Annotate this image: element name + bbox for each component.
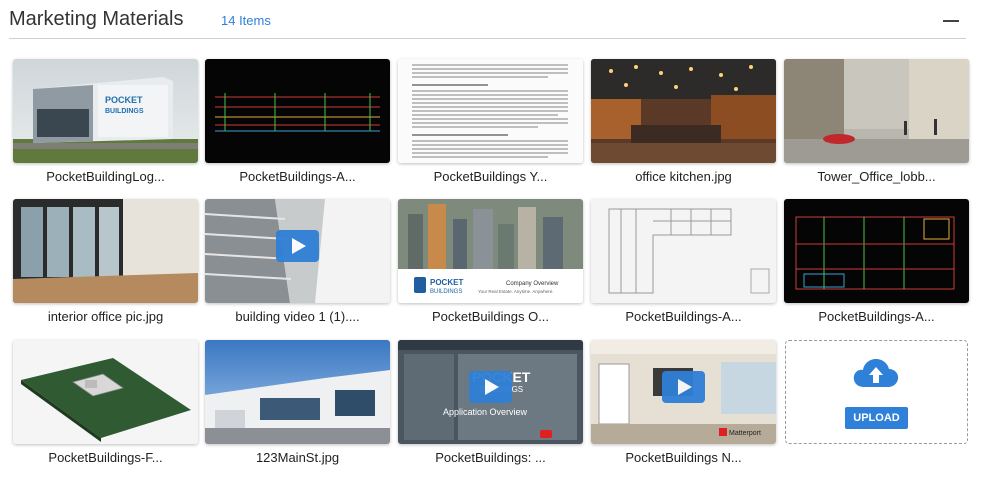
thumb-heading: Company Overview (506, 281, 559, 287)
media-tile[interactable]: 123MainSt.jpg (205, 340, 390, 465)
upload-button[interactable]: UPLOAD (845, 407, 908, 429)
thumb-tagline: Your Real Estate. Anytime. Anywhere. (478, 289, 554, 294)
tile-caption: PocketBuildings-A... (625, 309, 742, 324)
media-tile[interactable]: POCKET BUILDINGS Application Overview Po… (398, 340, 583, 465)
collapse-icon[interactable] (942, 11, 960, 29)
thumbnail (13, 340, 198, 444)
play-icon[interactable] (469, 371, 512, 403)
media-tile[interactable]: Matterport PocketBuildings N... (591, 340, 776, 465)
tile-caption: office kitchen.jpg (635, 169, 732, 184)
media-tile[interactable]: PocketBuildings-A... (205, 59, 390, 184)
play-icon[interactable] (276, 230, 319, 262)
logo-text: POCKET (105, 95, 143, 105)
tile-caption: interior office pic.jpg (47, 309, 164, 324)
tile-caption: PocketBuildings Y... (433, 169, 548, 184)
media-tile[interactable]: PocketBuildings-A... (591, 199, 776, 324)
item-count: 14 Items (221, 13, 271, 28)
thumbnail (591, 199, 776, 303)
logo-text: POCKET (430, 278, 463, 287)
upload-dropzone[interactable]: UPLOAD (785, 340, 968, 444)
play-icon[interactable] (662, 371, 705, 403)
media-tile[interactable]: interior office pic.jpg (13, 199, 198, 324)
thumb-heading: Application Overview (443, 407, 528, 417)
media-tile[interactable]: office kitchen.jpg (591, 59, 776, 184)
media-tile[interactable]: Tower_Office_lobb... (784, 59, 969, 184)
media-tile[interactable]: PocketBuildings-F... (13, 340, 198, 465)
tile-caption: PocketBuildings-F... (48, 450, 163, 465)
media-tile[interactable]: PocketBuildings-A... (784, 199, 969, 324)
tile-caption: building video 1 (1).... (235, 309, 360, 324)
thumbnail: POCKET BUILDINGS Company Overview Your R… (398, 199, 583, 303)
media-tile[interactable]: POCKET BUILDINGS PocketBuildingLog... (13, 59, 198, 184)
thumbnail (398, 59, 583, 163)
thumbnail: POCKET BUILDINGS (13, 59, 198, 163)
tile-caption: PocketBuildingLog... (46, 169, 165, 184)
thumbnail (205, 340, 390, 444)
tile-caption: Tower_Office_lobb... (817, 169, 936, 184)
thumbnail (13, 199, 198, 303)
cloud-upload-icon (853, 359, 899, 387)
logo-text: BUILDINGS (105, 108, 144, 115)
media-tile[interactable]: POCKET BUILDINGS Company Overview Your R… (398, 199, 583, 324)
logo-text: BUILDINGS (430, 289, 462, 295)
thumbnail (784, 59, 969, 163)
tile-caption: 123MainSt.jpg (255, 450, 340, 465)
media-tile[interactable]: PocketBuildings Y... (398, 59, 583, 184)
tile-caption: PocketBuildings N... (625, 450, 742, 465)
tile-caption: PocketBuildings O... (431, 309, 550, 324)
section-title: Marketing Materials (9, 8, 184, 30)
thumbnail (784, 199, 969, 303)
tile-caption: PocketBuildings-A... (239, 169, 356, 184)
thumbnail (205, 59, 390, 163)
thumbnail (591, 59, 776, 163)
tile-caption: PocketBuildings: ... (435, 450, 546, 465)
tile-caption: PocketBuildings-A... (818, 309, 935, 324)
section-header: Marketing Materials 14 Items (9, 0, 966, 39)
media-tile[interactable]: building video 1 (1).... (205, 199, 390, 324)
watermark-text: Matterport (729, 430, 761, 437)
